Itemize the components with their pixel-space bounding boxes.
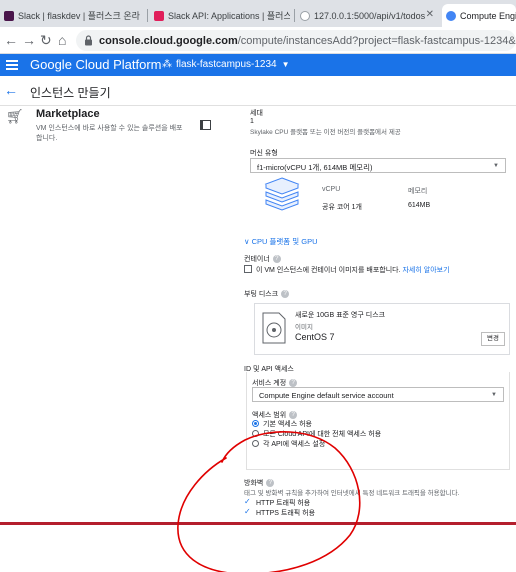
lock-icon — [85, 35, 92, 46]
chevron-down-icon: ▼ — [491, 392, 497, 398]
vcpu-header: vCPU — [322, 186, 341, 193]
chevron-down-icon: ∨ — [244, 237, 252, 246]
tab-label: Compute Engine — [460, 10, 516, 21]
globe-icon — [300, 10, 310, 21]
vcpu-value: 공유 코어 1개 — [322, 204, 362, 211]
tab-label: 127.0.0.1:5000/api/v1/todos — [314, 10, 426, 21]
marketplace-title[interactable]: Marketplace — [36, 108, 100, 120]
service-account-label-text: 서비스 계정 — [252, 380, 287, 387]
series-label: 세대 — [250, 110, 263, 117]
scope-option-label: 각 API에 액세스 설정 — [263, 441, 326, 448]
url-path: /compute/instancesAdd?project=flask-fast… — [237, 34, 516, 47]
browser-tab-strip: Slack | flaskdev | 플러스크 온라인 Slack API: A… — [0, 0, 516, 27]
container-checkbox-label: 이 VM 인스턴스에 컨테이너 이미지를 배포합니다. 자세히 알아보기 — [256, 265, 450, 275]
container-checkbox[interactable] — [244, 265, 252, 273]
help-icon[interactable]: ? — [289, 411, 298, 420]
help-icon[interactable]: ? — [266, 479, 275, 488]
scope-option-label: 기본 액세스 허용 — [263, 421, 312, 428]
slack-icon — [4, 10, 14, 21]
cart-icon: 🛒︎ — [6, 108, 24, 124]
firewall-label-text: 방화벽 — [244, 480, 264, 487]
project-icon: ⁂ — [162, 59, 172, 70]
cpu-platform-label: CPU 플랫폼 및 GPU — [251, 237, 318, 246]
tab-localhost-todos[interactable]: 127.0.0.1:5000/api/v1/todos ✕ — [296, 4, 440, 27]
gcp-icon — [446, 10, 456, 21]
scope-custom-radio[interactable] — [252, 440, 259, 447]
blank-area — [0, 525, 516, 572]
chevron-down-icon: ▼ — [493, 163, 499, 169]
marketplace-description: VM 인스턴스에 바로 사용할 수 있는 솔루션을 배포합니다. — [36, 125, 183, 142]
address-bar[interactable]: console.cloud.google.com /compute/instan… — [76, 30, 516, 51]
disk-icon — [262, 312, 286, 344]
series-hint: Skylake CPU 플랫폼 또는 이전 버전의 플랫폼에서 제공 — [250, 129, 401, 136]
memory-value: 614MB — [408, 202, 431, 209]
boot-disk-label: 부팅 디스크? — [244, 289, 290, 299]
checkmark-icon[interactable]: ✓ — [244, 497, 251, 506]
tab-slack-api[interactable]: Slack API: Applications | 플러스 — [150, 4, 290, 27]
tab-separator — [147, 9, 148, 22]
tab-label: Slack | flaskdev | 플러스크 온라인 — [18, 11, 140, 21]
close-tab-icon[interactable]: ✕ — [426, 9, 434, 20]
https-checkbox-label: HTTPS 트래픽 허용 — [256, 510, 316, 517]
service-account-select[interactable]: Compute Engine default service account ▼ — [252, 387, 504, 402]
forward-arrow-icon[interactable]: → — [22, 32, 36, 48]
project-selector[interactable]: ⁂ flask-fastcampus-1234 ▼ — [162, 59, 290, 70]
open-marketplace-icon[interactable] — [200, 120, 211, 130]
back-arrow-icon[interactable]: ← — [4, 32, 18, 48]
back-arrow-icon[interactable]: ← — [4, 82, 18, 98]
service-account-value: Compute Engine default service account — [259, 391, 394, 400]
help-icon[interactable]: ? — [281, 290, 290, 299]
scope-full-radio[interactable] — [252, 430, 259, 437]
instance-form: 세대 1 Skylake CPU 플랫폼 또는 이전 버전의 플랫폼에서 제공 … — [240, 106, 516, 526]
gcp-header: Google Cloud Platform ⁂ flask-fastcampus… — [0, 54, 516, 76]
home-icon[interactable]: ⌂ — [58, 32, 66, 48]
boot-disk-label-text: 부팅 디스크 — [244, 291, 279, 298]
page-title: 인스턴스 만들기 — [30, 86, 111, 100]
checkmark-icon[interactable]: ✓ — [244, 507, 251, 516]
menu-icon[interactable] — [6, 58, 18, 72]
change-boot-disk-button[interactable]: 변경 — [481, 332, 505, 346]
scope-default-radio[interactable] — [252, 420, 259, 427]
help-icon[interactable]: ? — [272, 255, 281, 264]
tab-slack-flaskdev[interactable]: Slack | flaskdev | 플러스크 온라인 — [0, 4, 140, 27]
memory-header: 메모리 — [408, 188, 428, 195]
boot-disk-card: 새로운 10GB 표준 영구 디스크 이미지 CentOS 7 변경 — [254, 303, 510, 355]
machine-type-select[interactable]: f1-micro(vCPU 1개, 614MB 메모리) ▼ — [250, 158, 506, 173]
boot-disk-image-label: 이미지 — [295, 324, 313, 331]
learn-more-link[interactable]: 자세히 알아보기 — [402, 267, 449, 274]
reload-icon[interactable]: ↻ — [40, 32, 52, 48]
machine-type-label: 머신 유형 — [250, 150, 278, 157]
boot-disk-image: CentOS 7 — [295, 332, 335, 342]
http-checkbox-label: HTTP 트래픽 허용 — [256, 500, 311, 507]
series-value: 1 — [250, 118, 254, 125]
access-scope-label-text: 액세스 범위 — [252, 412, 287, 419]
project-name: flask-fastcampus-1234 — [176, 59, 277, 70]
url-host: console.cloud.google.com — [99, 34, 238, 47]
container-text: 이 VM 인스턴스에 컨테이너 이미지를 배포합니다. — [256, 267, 401, 274]
browser-toolbar: ← → ↻ ⌂ console.cloud.google.com /comput… — [0, 27, 516, 54]
tab-compute-engine[interactable]: Compute Engine — [442, 4, 516, 27]
server-stack-icon — [264, 177, 300, 211]
tab-separator — [294, 9, 295, 22]
screenshot-root: Slack | flaskdev | 플러스크 온라인 Slack API: A… — [0, 0, 516, 572]
slack-icon — [154, 10, 164, 21]
container-label-text: 컨테이너 — [244, 256, 270, 263]
scope-option-label: 모든 Cloud API에 대한 전체 액세스 허용 — [263, 431, 382, 438]
page-title-bar: ← 인스턴스 만들기 — [0, 76, 516, 106]
help-icon[interactable]: ? — [289, 379, 298, 388]
container-label: 컨테이너? — [244, 254, 281, 264]
boot-disk-title: 새로운 10GB 표준 영구 디스크 — [295, 312, 386, 319]
firewall-hint: 태그 및 방화벽 규칙을 추가하여 인터넷에서 특정 네트워크 트래픽을 허용합… — [244, 490, 460, 497]
machine-summary: vCPU 메모리 공유 코어 1개 614MB — [252, 176, 452, 218]
cpu-platform-link[interactable]: ∨ CPU 플랫폼 및 GPU — [244, 236, 318, 247]
left-panel: 🛒︎ Marketplace VM 인스턴스에 바로 사용할 수 있는 솔루션을… — [0, 106, 230, 526]
gcp-brand[interactable]: Google Cloud Platform — [30, 57, 162, 72]
tab-label: Slack API: Applications | 플러스 — [168, 11, 290, 21]
machine-type-value: f1-micro(vCPU 1개, 614MB 메모리) — [257, 163, 373, 172]
chevron-down-icon: ▼ — [281, 60, 290, 69]
